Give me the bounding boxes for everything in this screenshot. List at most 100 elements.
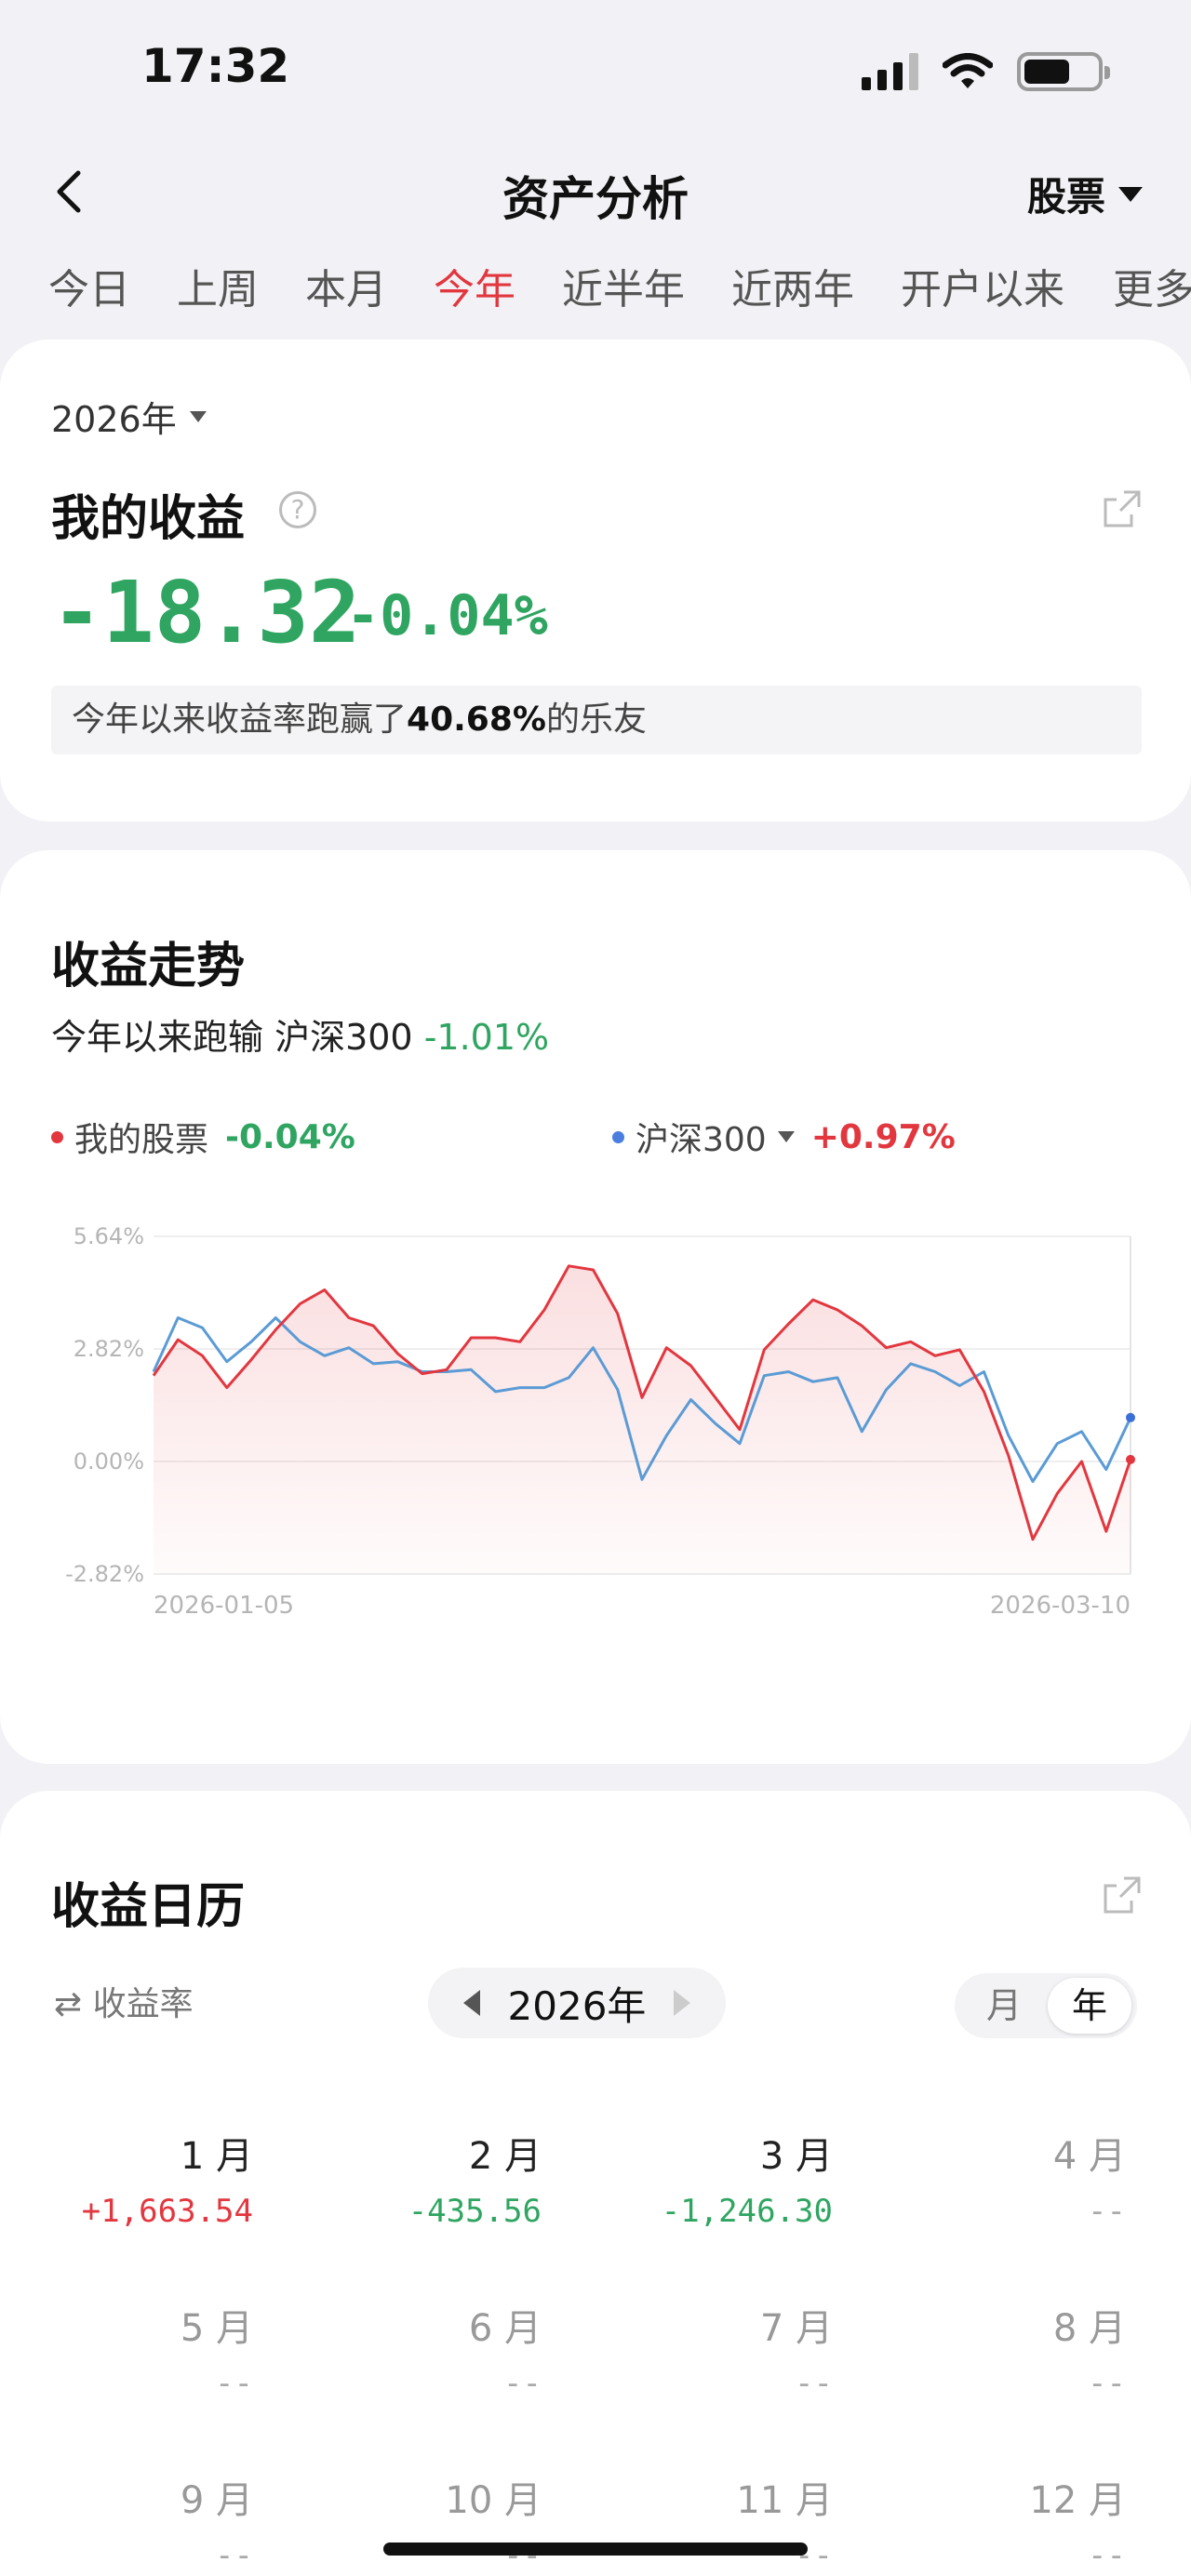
month-name: 9 月 [180,2479,253,2522]
tab-this-month[interactable]: 本月 [305,256,387,315]
month-name: 7 月 [759,2307,833,2350]
calendar-card: 收益日历 ⇄ 收益率 2026年 月 年 1 月 +1,663.54 2 月 -435… [0,1791,1191,2576]
battery-icon [1017,52,1110,91]
year-pager: 2026年 [428,1968,726,2038]
month-cell[interactable]: 8 月 -- [903,2298,1126,2402]
month-cell[interactable]: 5 月 -- [30,2298,253,2402]
pager-year: 2026年 [507,1982,647,2029]
month-cell[interactable]: 6 月 -- [318,2298,542,2402]
trend-chart: 5.64% 2.82% 0.00% -2.82% 2026-01-05 2026-03-1… [65,1223,1135,1620]
month-name: 2 月 [468,2135,542,2178]
y-tick-label: -2.82% [65,1561,144,1587]
page-title: 资产分析 [502,172,689,226]
month-cell[interactable]: 1 月 +1,663.54 [30,2126,253,2230]
trend-subtitle-prefix: 今年以来跑输 沪深300 [51,1017,413,1058]
month-value: -- [1088,2365,1126,2402]
legend-index-label: 沪深300 [636,1121,767,1159]
year-selector[interactable]: 2026年 [51,391,207,442]
end-point-index [1126,1412,1135,1422]
caret-down-icon [777,1131,795,1142]
y-tick-label: 5.64% [74,1223,144,1249]
home-indicator [383,2543,808,2556]
rank-suffix: 的乐友 [545,701,647,739]
metric-toggle[interactable]: ⇄ 收益率 [54,1977,194,2025]
year-selector-label: 2026年 [51,399,177,440]
month-cell[interactable]: 12 月 -- [903,2470,1126,2574]
y-tick-label: 0.00% [74,1448,144,1475]
y-tick-label: 2.82% [74,1336,144,1362]
caret-down-icon [1118,186,1143,202]
month-name: 11 月 [736,2479,833,2522]
profit-rate: -0.04% [346,583,548,648]
tab-since-open[interactable]: 开户以来 [901,256,1064,315]
x-tick-label: 2026-01-05 [154,1592,294,1620]
trend-subtitle: 今年以来跑输 沪深300 -1.01% [51,1008,549,1060]
share-icon[interactable] [1100,487,1144,531]
tab-half-year[interactable]: 近半年 [562,256,685,315]
month-value: +1,663.54 [81,2193,253,2230]
tab-more[interactable]: 更多 [1113,256,1191,315]
cellular-signal-icon [862,53,918,90]
income-title: 我的收益 [51,491,246,547]
month-name: 8 月 [1052,2307,1126,2350]
asset-type-dropdown[interactable]: 股票 [1027,166,1143,222]
tab-this-year[interactable]: 今年 [434,256,515,315]
month-cell[interactable]: 2 月 -435.56 [318,2126,542,2230]
legend-index-value: +0.97% [810,1117,956,1156]
status-time: 17:32 [141,39,290,93]
nav-bar: 资产分析 股票 [0,149,1191,233]
view-month-option[interactable]: 月 [962,1978,1046,2034]
trend-card: 收益走势 今年以来跑输 沪深300 -1.01% 我的股票 -0.04% 沪深3… [0,850,1191,1764]
month-name: 12 月 [1029,2479,1126,2522]
month-name: 5 月 [180,2307,253,2350]
trend-subtitle-value: -1.01% [423,1017,550,1058]
period-tabs: 今日 上周 本月 今年 近半年 近两年 开户以来 更多 [0,256,1191,321]
month-name: 1 月 [180,2135,253,2178]
month-cell[interactable]: 3 月 -1,246.30 [609,2126,833,2230]
legend-mine: 我的股票 -0.04% [51,1113,355,1161]
tab-two-years[interactable]: 近两年 [731,256,854,315]
month-value: -- [503,2365,542,2402]
month-value: -- [1088,2537,1126,2574]
status-icons [862,48,1110,95]
prev-year-icon[interactable] [462,1990,480,2016]
month-cell[interactable]: 7 月 -- [609,2298,833,2402]
month-value: -- [215,2365,253,2402]
calendar-title: 收益日历 [51,1879,246,1935]
tab-last-week[interactable]: 上周 [177,256,259,315]
legend-dot-mine [51,1130,63,1143]
month-cell[interactable]: 10 月 -- [318,2470,542,2574]
series-area-mine [154,1265,1131,1574]
month-cell[interactable]: 11 月 -- [609,2470,833,2574]
legend-mine-value: -0.04% [225,1117,355,1156]
month-name: 10 月 [445,2479,542,2522]
month-value: -1,246.30 [661,2193,833,2230]
legend-dot-index [612,1130,624,1143]
help-icon[interactable]: ? [279,491,316,528]
trend-title: 收益走势 [51,939,246,994]
status-bar: 17:32 [0,0,1191,140]
wifi-icon [943,53,993,88]
view-year-option[interactable]: 年 [1048,1978,1131,2034]
month-name: 4 月 [1052,2135,1126,2178]
asset-type-label: 股票 [1026,174,1105,220]
end-point-mine [1126,1454,1135,1464]
income-card: 2026年 我的收益 ? -18.32 -0.04% 今年以来收益率跑赢了40.… [0,340,1191,821]
month-value: -435.56 [408,2193,542,2230]
legend-mine-label: 我的股票 [74,1121,209,1159]
x-tick-label: 2026-03-10 [990,1592,1131,1620]
month-cell[interactable]: 9 月 -- [30,2470,253,2574]
view-switch: 月 年 [955,1973,1137,2038]
rank-banner: 今年以来收益率跑赢了40.68%的乐友 [51,686,1142,754]
next-year-icon[interactable] [674,1990,691,2016]
back-arrow-icon[interactable] [45,166,97,218]
month-name: 6 月 [468,2307,542,2350]
rank-value: 40.68% [407,701,546,739]
month-cell[interactable]: 4 月 -- [903,2126,1126,2230]
legend-index[interactable]: 沪深300 +0.97% [612,1113,956,1161]
profit-value: -18.32 [51,563,361,662]
share-icon[interactable] [1100,1873,1144,1917]
month-value: -- [215,2537,253,2574]
tab-today[interactable]: 今日 [48,256,130,315]
month-value: -- [1088,2193,1126,2230]
